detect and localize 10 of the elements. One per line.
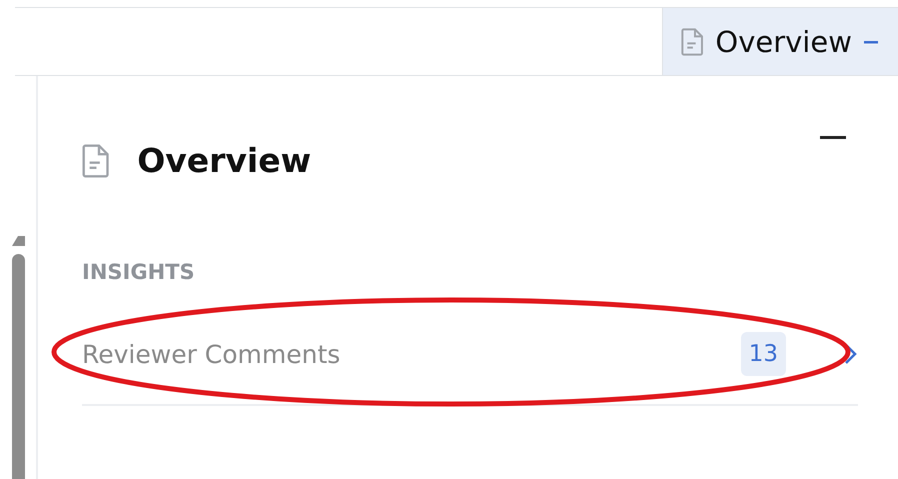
count-badge: 13: [740, 332, 786, 376]
chevron-right-icon[interactable]: [844, 343, 858, 365]
document-icon: [82, 144, 110, 178]
document-icon: [681, 28, 704, 56]
scroll-up-icon[interactable]: [12, 236, 25, 246]
tab[interactable]: Overview: [662, 8, 898, 75]
minus-icon[interactable]: [864, 40, 878, 44]
panel-title: Overview: [137, 141, 312, 180]
scrollbar-thumb[interactable]: [12, 254, 25, 479]
section-heading: INSIGHTS: [82, 260, 196, 284]
